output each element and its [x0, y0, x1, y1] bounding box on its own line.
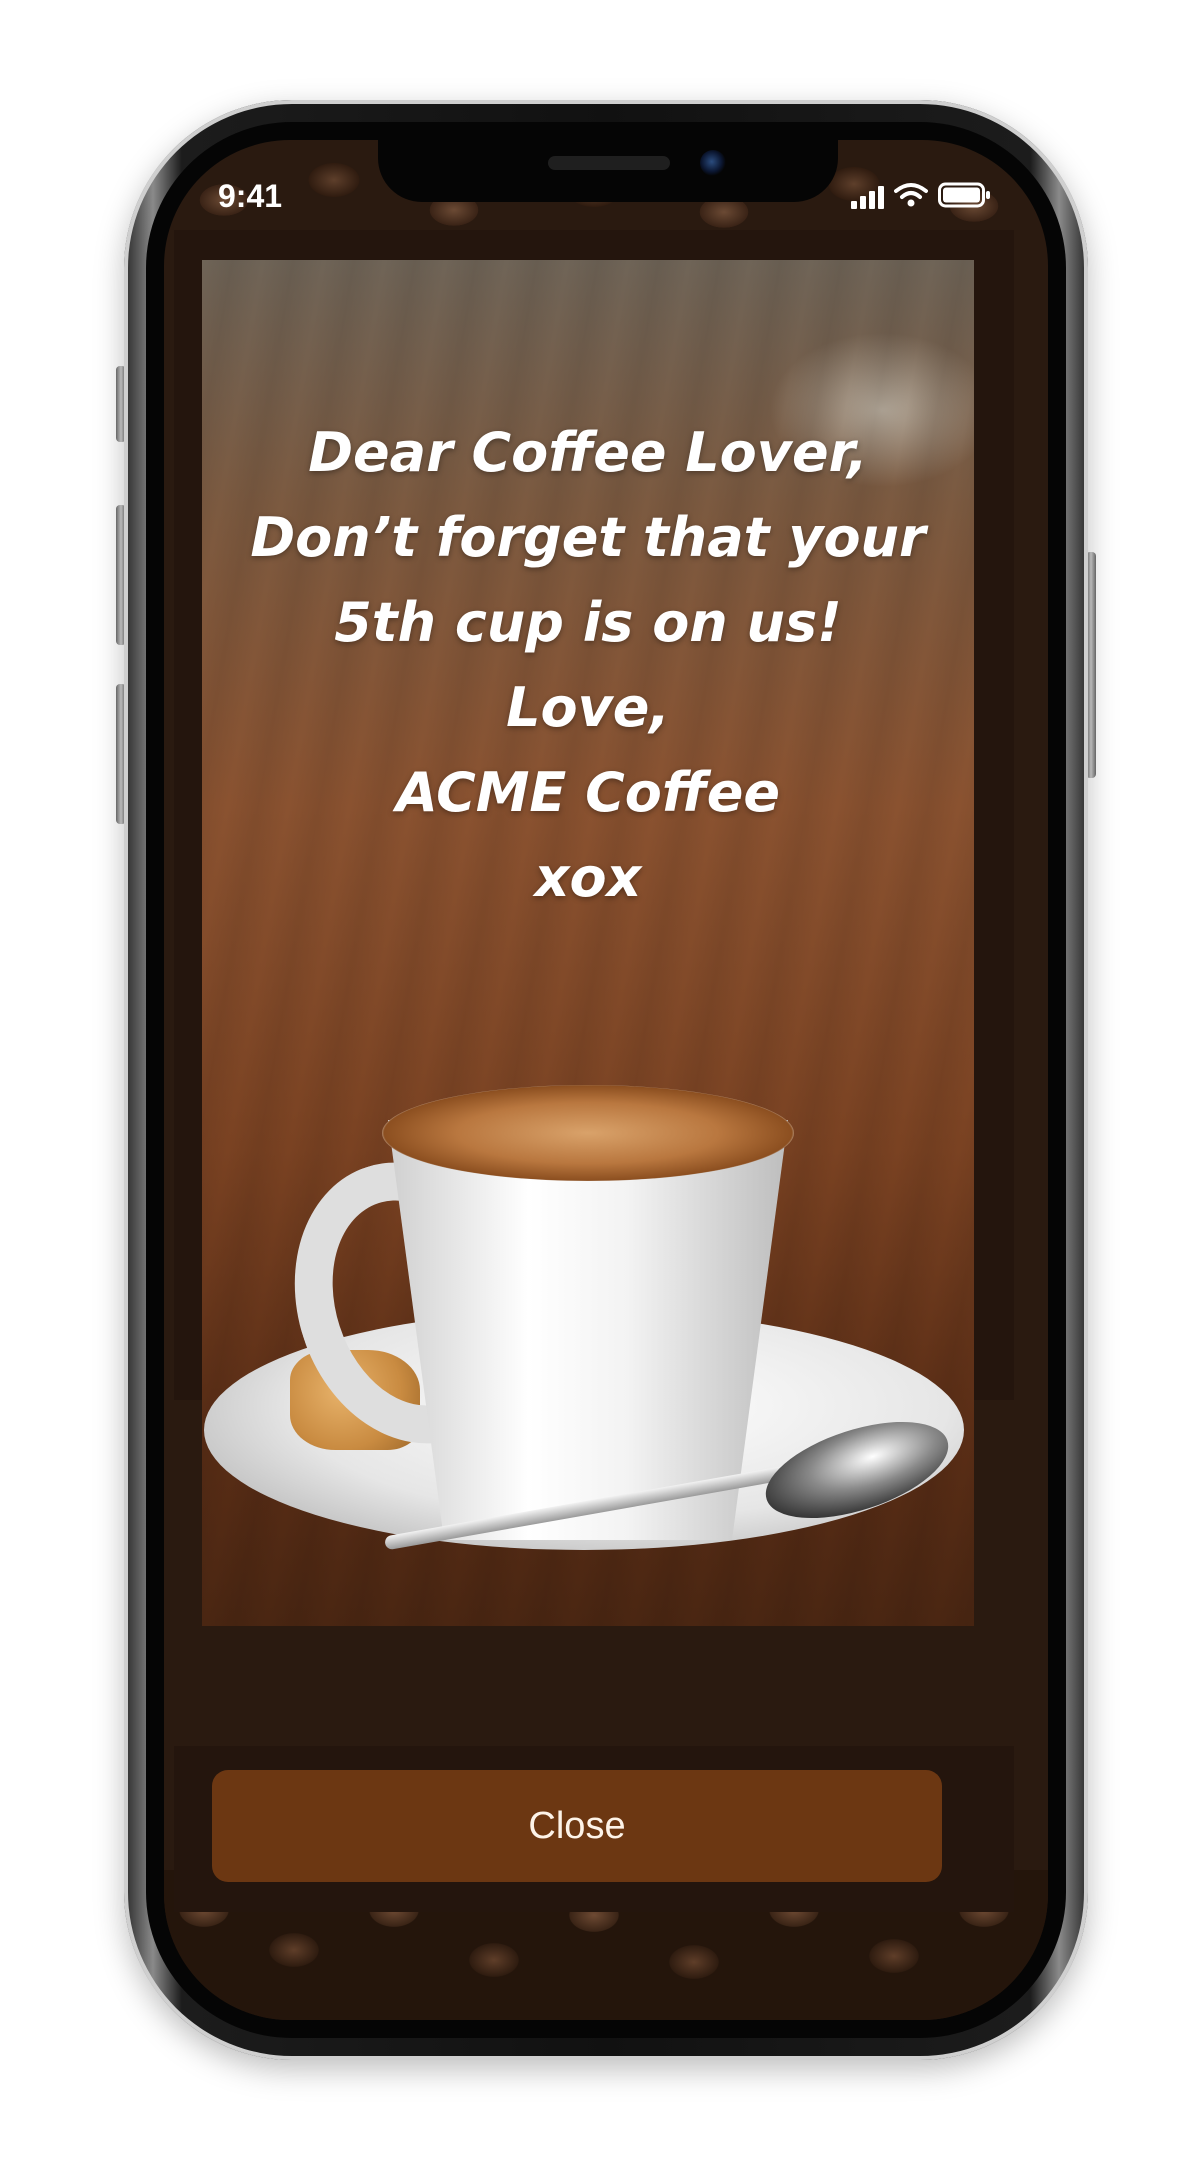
status-time: 9:41 [218, 178, 283, 214]
phone-screen: 9:41 Dear Coffee Lover, Don’t forget tha… [164, 140, 1048, 2020]
status-icons [851, 182, 992, 212]
notch [378, 140, 838, 202]
notification-message: Dear Coffee Lover, Don’t forget that you… [202, 410, 974, 920]
message-line: ACME Coffee [395, 761, 781, 824]
message-line: Love, [506, 676, 670, 739]
cellular-signal-icon [851, 185, 884, 209]
coffee-crema [382, 1085, 794, 1181]
message-line: xox [534, 846, 642, 909]
front-camera [700, 150, 726, 176]
close-button[interactable]: Close [212, 1770, 942, 1882]
message-line: 5th cup is on us! [334, 591, 842, 654]
phone-frame: 9:41 Dear Coffee Lover, Don’t forget tha… [124, 100, 1088, 2060]
wifi-icon [894, 182, 928, 212]
battery-icon [938, 182, 992, 212]
earpiece-speaker [548, 156, 670, 170]
message-line: Dear Coffee Lover, [308, 421, 868, 484]
message-line: Don’t forget that your [250, 506, 926, 569]
coffee-cup-photo: Dear Coffee Lover, Don’t forget that you… [202, 260, 974, 1626]
